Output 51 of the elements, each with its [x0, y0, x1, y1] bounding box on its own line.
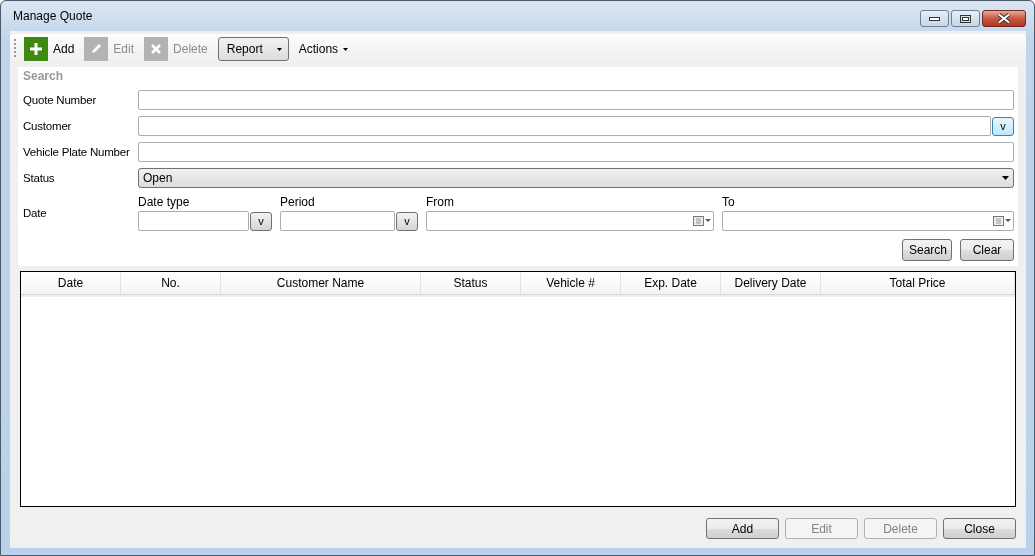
text-field[interactable] — [138, 90, 1014, 110]
plus-icon — [30, 43, 42, 55]
actions-menu[interactable]: Actions — [294, 42, 353, 56]
minimize-icon — [929, 16, 940, 21]
field-label: Date — [23, 207, 48, 219]
caret-icon — [1002, 176, 1009, 180]
lookup-button[interactable]: v — [992, 116, 1014, 136]
search-panel-button[interactable]: Search — [902, 239, 952, 261]
section-title: Search — [23, 69, 65, 85]
field-label: To — [722, 195, 736, 209]
calendar-icon[interactable] — [993, 216, 1011, 226]
close-button[interactable] — [982, 10, 1026, 27]
lookup-button[interactable]: v — [396, 211, 418, 231]
minimize-button[interactable] — [920, 10, 949, 27]
column-header[interactable]: Delivery Date — [721, 272, 821, 294]
report-dropdown-button[interactable]: Report — [217, 37, 289, 61]
field-label: Quote Number — [23, 94, 98, 106]
column-header[interactable]: Customer Name — [221, 272, 421, 294]
field-label: Vehicle Plate Number — [23, 146, 131, 158]
text-field[interactable] — [138, 116, 991, 136]
text-field[interactable] — [280, 211, 395, 231]
pencil-icon — [90, 43, 103, 55]
window-title: Manage Quote — [12, 9, 93, 23]
text-field[interactable] — [138, 211, 249, 231]
lookup-button[interactable]: v — [250, 211, 272, 231]
field-label: Period — [280, 195, 316, 209]
date-field[interactable] — [426, 211, 714, 231]
status-dropdown[interactable]: Open — [138, 168, 1014, 188]
column-header[interactable]: No. — [121, 272, 221, 294]
field-label: Date type — [138, 195, 191, 209]
date-field[interactable] — [722, 211, 1014, 231]
column-header[interactable]: Total Price — [821, 272, 1015, 294]
dialog-button[interactable]: Close — [943, 518, 1016, 539]
calendar-icon[interactable] — [693, 216, 711, 226]
dialog-button[interactable]: Add — [706, 518, 779, 539]
caret-icon — [276, 47, 282, 51]
search-panel-button[interactable]: Clear — [960, 239, 1014, 261]
column-header[interactable]: Status — [421, 272, 521, 294]
field-label: From — [426, 195, 455, 209]
field-label: Customer — [23, 120, 73, 132]
caret-icon — [343, 47, 349, 51]
field-label: Status — [23, 172, 56, 184]
toolbar-button[interactable]: Add — [24, 37, 79, 61]
text-field[interactable] — [138, 142, 1014, 162]
close-icon — [997, 13, 1011, 24]
cross-icon — [151, 44, 162, 54]
column-header[interactable]: Date — [21, 272, 121, 294]
column-header[interactable]: Vehicle # — [521, 272, 621, 294]
maximize-button[interactable] — [951, 10, 980, 27]
maximize-icon — [960, 14, 971, 23]
column-header[interactable]: Exp. Date — [621, 272, 721, 294]
